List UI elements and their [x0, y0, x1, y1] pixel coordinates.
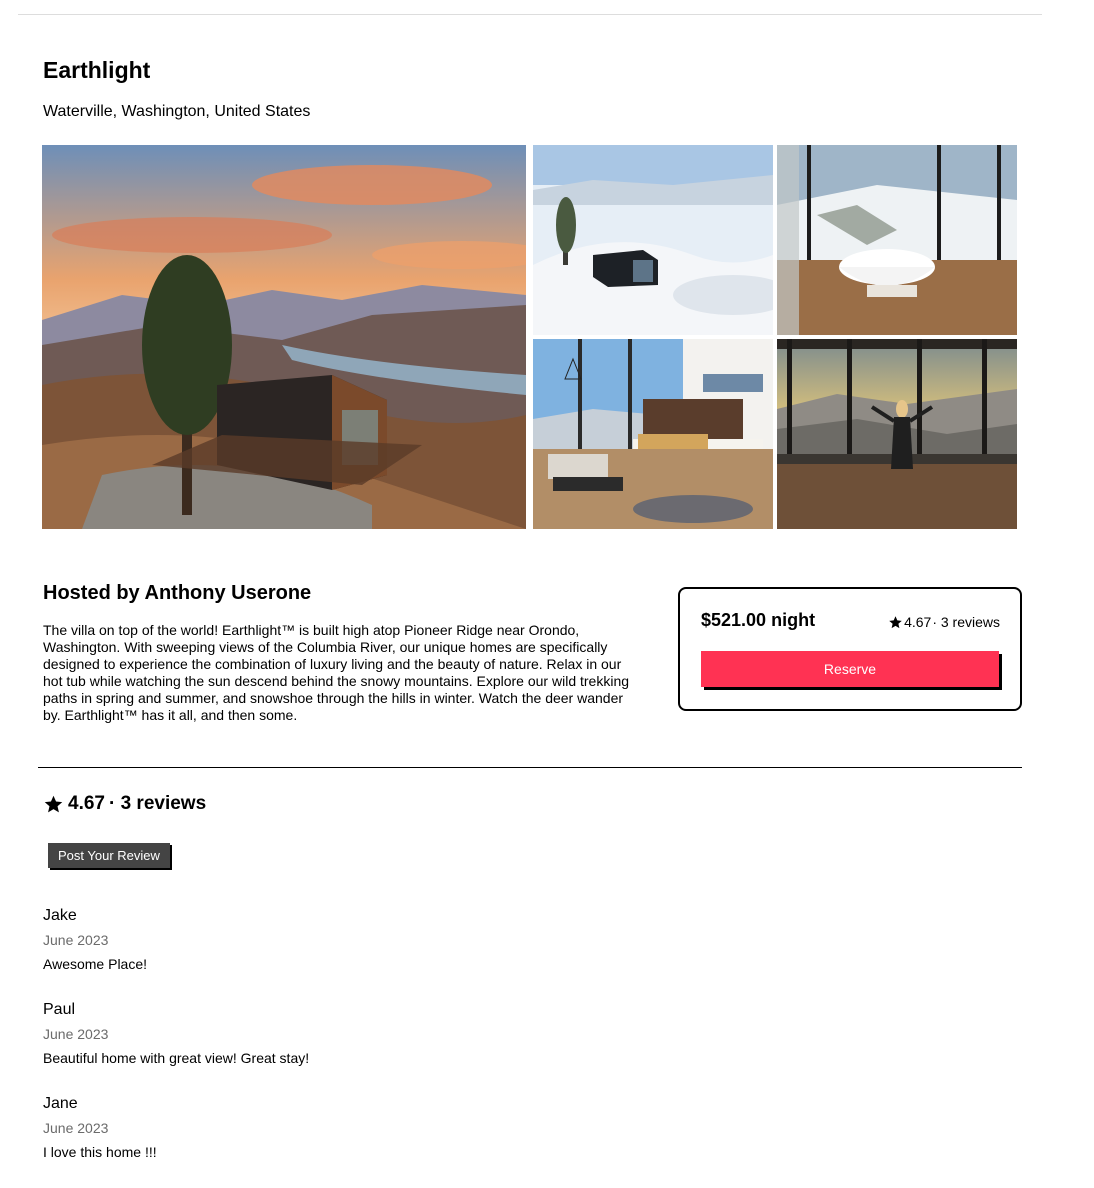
- top-divider: [18, 14, 1042, 15]
- review-date: June 2023: [43, 932, 109, 948]
- reviews-count: · 3 reviews: [108, 793, 207, 814]
- review-text: I love this home !!!: [43, 1144, 157, 1160]
- spot-location: Waterville, Washington, United States: [43, 103, 311, 120]
- section-divider: [38, 767, 1022, 768]
- review-date: June 2023: [43, 1026, 109, 1042]
- reviews-rating-value: 4.67: [68, 793, 105, 814]
- reviews-summary: 4.67 · 3 reviews: [43, 792, 206, 816]
- review-author: Jane: [43, 1095, 78, 1112]
- review-item: Jake June 2023 Awesome Place!: [43, 906, 643, 973]
- main-photo[interactable]: [42, 145, 526, 529]
- card-rating: 4.67 · 3 reviews: [888, 613, 1000, 631]
- review-author: Paul: [43, 1001, 76, 1018]
- spot-description: The villa on top of the world! Earthligh…: [43, 622, 630, 723]
- price: $521.00 night: [701, 609, 815, 631]
- photo-bathroom[interactable]: [777, 145, 1017, 335]
- review-item: Jane June 2023 I love this home !!!: [43, 1094, 643, 1161]
- price-unit: night: [771, 610, 816, 630]
- review-text: Awesome Place!: [43, 956, 148, 972]
- post-review-button[interactable]: Post Your Review: [48, 843, 170, 868]
- review-item: Paul June 2023 Beautiful home with great…: [43, 1000, 643, 1067]
- star-icon: [44, 795, 63, 812]
- photo-window-view[interactable]: [777, 339, 1017, 529]
- review-text: Beautiful home with great view! Great st…: [43, 1050, 310, 1066]
- card-reviews-count: · 3 reviews: [932, 614, 1000, 630]
- photo-bedroom[interactable]: [533, 339, 773, 529]
- host-heading: Hosted by Anthony Userone: [43, 582, 312, 604]
- review-author: Jake: [43, 907, 77, 924]
- reserve-button[interactable]: Reserve: [701, 651, 999, 687]
- photo-snow-exterior[interactable]: [533, 145, 773, 335]
- star-icon: [889, 615, 902, 628]
- spot-title: Earthlight: [43, 57, 151, 83]
- price-amount: $521.00: [701, 610, 767, 630]
- booking-card: $521.00 night 4.67 · 3 reviews Reserve: [678, 587, 1022, 711]
- review-date: June 2023: [43, 1120, 109, 1136]
- card-rating-value: 4.67: [904, 614, 932, 630]
